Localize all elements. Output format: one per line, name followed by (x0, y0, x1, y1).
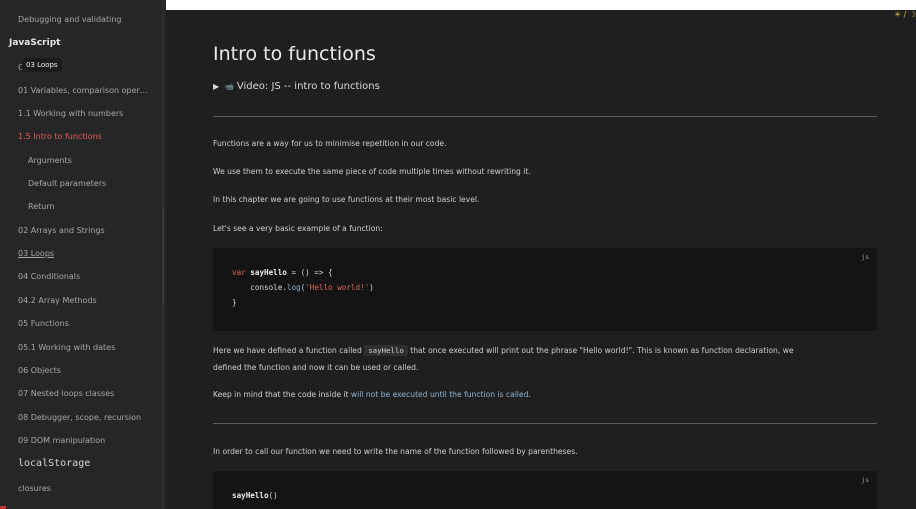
highlighted-text: will not be executed until the function … (350, 390, 529, 399)
code-line: var sayHello = () => { (232, 268, 333, 277)
page-title: Intro to functions (213, 43, 376, 65)
code-line: console.log('Hello world!') (250, 283, 374, 292)
sidebar-item-functions[interactable]: 05 Functions (18, 319, 69, 328)
paragraph: Let's see a very basic example of a func… (213, 224, 383, 233)
code-line: sayHello() (232, 491, 278, 500)
sidebar-item-arrays-strings[interactable]: 02 Arrays and Strings (18, 226, 105, 235)
divider (213, 423, 877, 424)
sidebar-item-closures[interactable]: closures (18, 484, 51, 493)
code-block[interactable]: js var sayHello = () => { console.log('H… (213, 248, 877, 331)
video-label: Video: JS -- intro to functions (236, 81, 380, 92)
sidebar-item-localstorage[interactable]: localStorage (18, 458, 90, 469)
theme-toggle-icon[interactable]: ☀ / ☽ (894, 10, 916, 19)
sidebar-item-array-methods[interactable]: 04.2 Array Methods (18, 296, 97, 305)
paragraph: We use them to execute the same piece of… (213, 167, 531, 176)
top-bar (166, 0, 916, 10)
sidebar-item-intro-functions[interactable]: 1.5 Intro to functions (18, 132, 102, 141)
code-block[interactable]: js sayHello() (213, 471, 877, 509)
camera-icon: 📹 (225, 83, 234, 91)
sidebar-item-arguments[interactable]: Arguments (28, 156, 72, 165)
paragraph: Functions are a way for us to minimise r… (213, 139, 447, 148)
sidebar-item-debugger[interactable]: 08 Debugger, scope, recursion (18, 413, 141, 422)
sidebar-item-numbers[interactable]: 1.1 Working with numbers (18, 109, 123, 118)
paragraph: In order to call our function we need to… (213, 447, 578, 456)
paragraph: Keep in mind that the code inside it wil… (213, 390, 531, 399)
video-disclosure[interactable]: ▶ 📹 Video: JS -- intro to functions (213, 81, 380, 92)
sidebar-item-default-parameters[interactable]: Default parameters (28, 179, 106, 188)
main-content: ☀ / ☽ Intro to functions ▶ 📹 Video: JS -- … (166, 0, 916, 509)
code-line: } (232, 298, 237, 307)
sidebar-scrollbar-thumb[interactable] (162, 208, 164, 304)
paragraph: Here we have defined a function called s… (213, 345, 794, 356)
code-language-label: js (861, 253, 869, 261)
sidebar-item-return[interactable]: Return (28, 202, 55, 211)
sidebar-item-variables[interactable]: 01 Variables, comparison oper… (18, 86, 148, 95)
disclosure-triangle-icon: ▶ (213, 82, 220, 91)
tooltip: 03 Loops (22, 58, 62, 72)
sidebar-section-javascript: JavaScript (9, 38, 61, 48)
sidebar-item-debugging[interactable]: Debugging and validating (18, 15, 121, 24)
sidebar-item-objects[interactable]: 06 Objects (18, 366, 61, 375)
inline-code: sayHello (364, 345, 408, 356)
sidebar-item-dom[interactable]: 09 DOM manipulation (18, 436, 105, 445)
sidebar: Debugging and validating JavaScript C 03… (0, 0, 166, 509)
sidebar-item-conditionals[interactable]: 04 Conditionals (18, 272, 80, 281)
code-language-label: js (861, 476, 869, 484)
sidebar-item-dates[interactable]: 05.1 Working with dates (18, 343, 115, 352)
paragraph: defined the function and now it can be u… (213, 363, 419, 372)
sidebar-item-nested-loops[interactable]: 07 Nested loops classes (18, 389, 114, 398)
sidebar-item-loops[interactable]: 03 Loops (18, 249, 54, 258)
divider (213, 116, 877, 117)
paragraph: In this chapter we are going to use func… (213, 195, 480, 204)
